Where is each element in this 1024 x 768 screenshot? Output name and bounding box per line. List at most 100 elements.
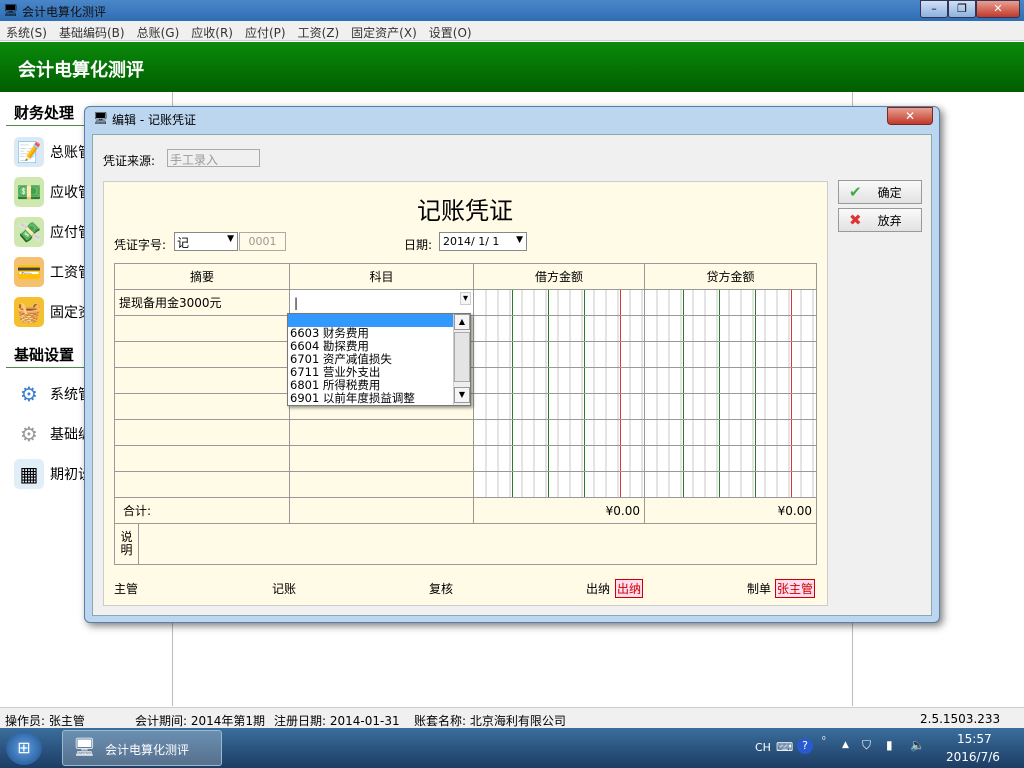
digit-group-divider bbox=[512, 446, 513, 471]
keyboard-icon[interactable]: ⌨ bbox=[776, 740, 793, 754]
check-icon: ✔ bbox=[849, 183, 862, 201]
clock-time[interactable]: 15:57 bbox=[957, 732, 992, 746]
menu-payroll[interactable]: 工资(Z) bbox=[292, 21, 346, 41]
scrollbar[interactable]: ▲ ▼ bbox=[453, 314, 470, 405]
credit-amount-cell[interactable] bbox=[644, 419, 817, 446]
scroll-down-arrow-icon[interactable]: ▼ bbox=[454, 387, 470, 403]
credit-amount-cell[interactable] bbox=[644, 289, 817, 316]
credit-amount-cell[interactable] bbox=[644, 315, 817, 342]
sidebar-item-fixed-assets[interactable]: 🧺 固定资 bbox=[14, 297, 92, 327]
debit-amount-cell[interactable] bbox=[473, 315, 645, 342]
sidebar-item-payable[interactable]: 💸 应付管 bbox=[14, 217, 92, 247]
voucher-title: 记账凭证 bbox=[417, 197, 513, 225]
cancel-button[interactable]: ✖ 放弃 bbox=[838, 208, 922, 232]
credit-amount-cell[interactable] bbox=[644, 367, 817, 394]
digit-group-divider bbox=[683, 342, 684, 367]
digit-group-divider bbox=[719, 394, 720, 419]
note-row: 说明 bbox=[114, 523, 817, 565]
digit-group-divider bbox=[584, 316, 585, 341]
help-icon[interactable]: ? bbox=[797, 738, 813, 754]
language-indicator[interactable]: CH bbox=[755, 741, 771, 754]
summary-cell[interactable] bbox=[114, 367, 290, 394]
credit-amount-cell[interactable] bbox=[644, 341, 817, 368]
credit-amount-cell[interactable] bbox=[644, 471, 817, 498]
menu-system[interactable]: 系统(S) bbox=[0, 21, 53, 41]
debit-amount-cell[interactable] bbox=[473, 419, 645, 446]
minimize-button[interactable]: – bbox=[920, 0, 948, 18]
start-button[interactable]: ⊞ bbox=[6, 731, 42, 765]
summary-cell[interactable] bbox=[114, 445, 290, 472]
summary-cell[interactable] bbox=[114, 341, 290, 368]
show-hidden-icons[interactable]: ▲ bbox=[842, 740, 849, 750]
volume-icon[interactable]: 🔈 bbox=[910, 738, 925, 752]
chevron-down-icon[interactable]: ▾ bbox=[459, 292, 471, 305]
menu-receivable[interactable]: 应收(R) bbox=[185, 21, 239, 41]
maximize-button[interactable]: ❐ bbox=[948, 0, 976, 18]
note-input[interactable] bbox=[140, 524, 816, 564]
sidebar-item-system[interactable]: ⚙ 系统管 bbox=[14, 379, 92, 409]
status-version: 2.5.1503.233 bbox=[920, 712, 1001, 726]
summary-cell[interactable]: 提现备用金3000元 bbox=[114, 289, 290, 316]
window-title: 会计电算化测评 bbox=[22, 5, 107, 19]
date-picker[interactable]: 2014/ 1/ 1 ▼ bbox=[439, 232, 527, 251]
sidebar-item-opening[interactable]: ▦ 期初设 bbox=[14, 459, 92, 489]
account-option[interactable]: 6901 以前年度损益调整 bbox=[288, 392, 454, 405]
sidebar-item-payroll[interactable]: 💳 工资管 bbox=[14, 257, 92, 287]
digit-group-divider bbox=[755, 472, 756, 497]
account-cell[interactable] bbox=[289, 445, 474, 472]
decimal-divider bbox=[620, 420, 621, 445]
sidebar-item-basic-codes[interactable]: ⚙ 基础编 bbox=[14, 419, 92, 449]
debit-amount-cell[interactable] bbox=[473, 289, 645, 316]
summary-cell[interactable] bbox=[114, 315, 290, 342]
digit-group-divider bbox=[548, 394, 549, 419]
taskbar-app-button[interactable]: 🖥 会计电算化测评 bbox=[62, 730, 222, 766]
account-cell[interactable]: | ▾ bbox=[289, 289, 474, 316]
digit-group-divider bbox=[755, 368, 756, 393]
sidebar-item-receivable[interactable]: 💵 应收管 bbox=[14, 177, 92, 207]
chevron-down-icon: ▼ bbox=[516, 235, 523, 245]
debit-amount-cell[interactable] bbox=[473, 445, 645, 472]
digit-group-divider bbox=[584, 420, 585, 445]
debit-amount-cell[interactable] bbox=[473, 341, 645, 368]
menu-payable[interactable]: 应付(P) bbox=[239, 21, 292, 41]
credit-amount-cell[interactable] bbox=[644, 393, 817, 420]
total-label: 合计: bbox=[114, 497, 290, 524]
voucher-type-value: 记 bbox=[177, 236, 190, 250]
close-button[interactable]: ✕ bbox=[976, 0, 1020, 18]
debit-amount-cell[interactable] bbox=[473, 471, 645, 498]
cashier-stamp: 出纳 bbox=[615, 579, 644, 598]
digit-group-divider bbox=[548, 316, 549, 341]
shield-icon[interactable]: ⛉ bbox=[862, 738, 871, 753]
digit-group-divider bbox=[548, 446, 549, 471]
summary-cell[interactable] bbox=[114, 393, 290, 420]
ime-icon[interactable]: ⁰ bbox=[822, 736, 826, 746]
digit-group-divider bbox=[683, 290, 684, 315]
sidebar-item-ledger[interactable]: 📝 总账管 bbox=[14, 137, 92, 167]
menu-fixed-assets[interactable]: 固定资产(X) bbox=[345, 21, 423, 41]
debit-amount-cell[interactable] bbox=[473, 367, 645, 394]
source-label: 凭证来源: bbox=[103, 154, 156, 168]
credit-amount-cell[interactable] bbox=[644, 445, 817, 472]
scroll-up-arrow-icon[interactable]: ▲ bbox=[454, 314, 470, 330]
debit-amount-cell[interactable] bbox=[473, 393, 645, 420]
table-row bbox=[114, 471, 817, 498]
summary-cell[interactable] bbox=[114, 471, 290, 498]
dialog-close-button[interactable]: ✕ bbox=[887, 107, 933, 125]
menu-ledger[interactable]: 总账(G) bbox=[131, 21, 186, 41]
menu-settings[interactable]: 设置(O) bbox=[423, 21, 478, 41]
account-dropdown-list[interactable]: 6603 财务费用 6604 勘探费用 6701 资产减值损失 6711 营业外支出 6… bbox=[287, 313, 471, 406]
account-cell[interactable] bbox=[289, 471, 474, 498]
scroll-thumb[interactable] bbox=[454, 332, 470, 382]
voucher-type-select[interactable]: 记 ▼ bbox=[174, 232, 238, 251]
summary-cell[interactable] bbox=[114, 419, 290, 446]
table-row bbox=[114, 445, 817, 472]
menu-basic-codes[interactable]: 基础编码(B) bbox=[53, 21, 131, 41]
power-icon[interactable]: ▮ bbox=[886, 738, 893, 752]
confirm-button[interactable]: ✔ 确定 bbox=[838, 180, 922, 204]
digit-group-divider bbox=[584, 342, 585, 367]
preparer-label: 制单 bbox=[747, 582, 772, 596]
account-cell[interactable] bbox=[289, 419, 474, 446]
clock-date[interactable]: 2016/7/6 bbox=[946, 750, 1000, 764]
decimal-divider bbox=[791, 420, 792, 445]
digit-group-divider bbox=[512, 290, 513, 315]
